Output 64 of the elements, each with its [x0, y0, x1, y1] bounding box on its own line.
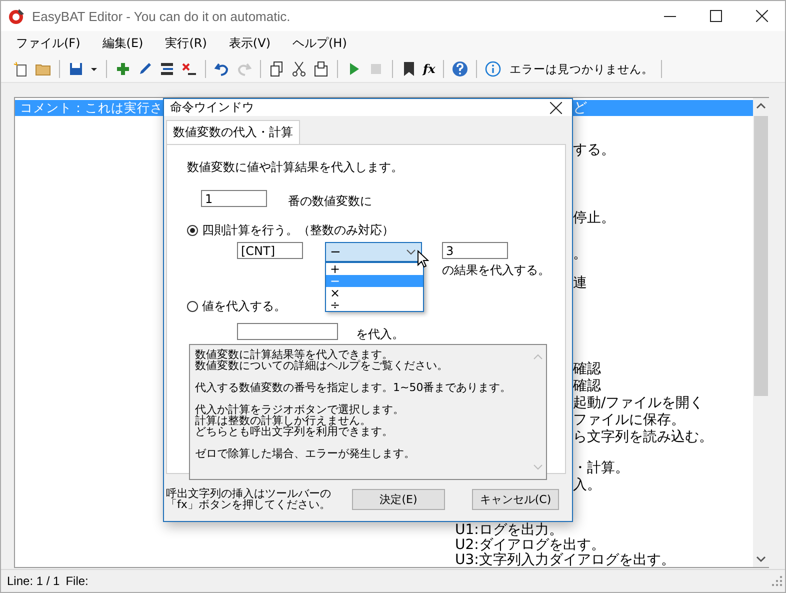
chevron-down-icon[interactable] [406, 249, 416, 255]
info-icon[interactable] [485, 61, 502, 77]
hint-text: 呼出文字列の挿入はツールバーの 「fx」ボタンを押してください。 [166, 488, 332, 510]
plus-icon[interactable] [115, 61, 131, 77]
command-text: ・計算。 [573, 460, 630, 476]
new-file-icon[interactable] [13, 61, 29, 77]
description-text: 数値変数に計算結果等を代入できます。 数値変数についての詳細はヘルプをご覧ください。 [195, 349, 449, 371]
fx-button[interactable]: fx [423, 62, 436, 76]
window-title: EasyBAT Editor - You can do it on automatic. [32, 8, 290, 24]
undo-icon[interactable] [214, 61, 230, 77]
intro-text: 数値変数に値や計算結果を代入します。 [187, 159, 404, 176]
left-operand-field[interactable]: [CNT] [237, 242, 303, 259]
menu-item[interactable]: 編集(E) [91, 35, 154, 52]
insert-line-icon[interactable] [159, 61, 175, 77]
maximize-icon[interactable] [710, 10, 722, 22]
dropdown-option[interactable]: + [326, 263, 423, 275]
command-text: U3:文字列入力ダイアログを出す。 [454, 553, 675, 568]
dropdown-option[interactable]: × [326, 287, 423, 299]
tab[interactable]: 数値変数の代入・計算 [166, 120, 300, 144]
scrollbar[interactable] [753, 98, 769, 567]
dialog-button[interactable]: キャンセル(C) [472, 488, 559, 510]
line-position: Line: 1 / 1 [7, 574, 60, 588]
menu-item[interactable]: 表示(V) [218, 35, 282, 52]
value-field[interactable] [237, 323, 338, 340]
status-message: エラーは見つかりません。 [509, 62, 654, 76]
description-text: 代入する数値変数の番号を指定します。1~50番まであります。 [195, 382, 512, 393]
command-text: 停止。 [573, 210, 616, 226]
command-text: する。 [573, 142, 616, 158]
description-text: 代入か計算をラジオボタンで選択します。 計算は整数の計算しか行えません。 どちらとも呼出文字列を利用できます。 [195, 404, 405, 437]
command-text: コメント：これは実行さ [20, 100, 163, 116]
command-text: ど [573, 100, 588, 116]
menu-item[interactable]: 実行(R) [154, 35, 218, 52]
field-label: を代入。 [356, 326, 404, 343]
paste-icon[interactable] [313, 61, 329, 77]
menu-item[interactable]: ヘルプ(H) [282, 35, 358, 52]
pencil-icon[interactable] [137, 61, 153, 77]
close-icon[interactable] [550, 102, 562, 114]
resize-grip-icon[interactable] [772, 576, 782, 586]
dropdown-option[interactable]: ÷ [326, 299, 423, 311]
copy-icon[interactable] [269, 61, 285, 77]
bookmark-icon[interactable] [401, 61, 417, 77]
dialog-title: 命令ウインドウ [170, 99, 254, 116]
file-label: File: [66, 574, 88, 588]
command-text: U2:ダイアログを出す。 [454, 538, 605, 553]
description-text: ゼロで除算した場合、エラーが発生します。 [195, 448, 416, 459]
right-operand-field[interactable]: 3 [442, 242, 508, 259]
variable-number-field[interactable]: 1 [201, 190, 267, 207]
field-label: 番の数値変数に [288, 193, 372, 210]
dialog-button[interactable]: 決定(E) [352, 488, 445, 510]
scrollbar-thumb[interactable] [754, 116, 768, 396]
command-row[interactable]: U2:ダイアログを出す。 [15, 538, 753, 553]
help-icon[interactable] [452, 61, 468, 77]
command-row[interactable]: U1:ログを出力。 [15, 523, 753, 538]
field-label: の結果を代入する。 [442, 262, 550, 279]
close-icon[interactable] [756, 10, 768, 22]
delete-line-icon[interactable] [181, 61, 197, 77]
command-row[interactable]: U3:文字列入力ダイアログを出す。 [15, 553, 753, 568]
save-icon[interactable] [68, 61, 84, 77]
menu-item[interactable]: ファイル(F) [5, 35, 92, 52]
radio-option[interactable]: 四則計算を行う。（整数のみ対応） [187, 222, 565, 239]
app-logo-icon [8, 7, 26, 25]
operator-dropdown[interactable]: − [325, 242, 422, 262]
cut-icon[interactable] [291, 61, 307, 77]
command-text: U1:ログを出力。 [454, 523, 563, 538]
